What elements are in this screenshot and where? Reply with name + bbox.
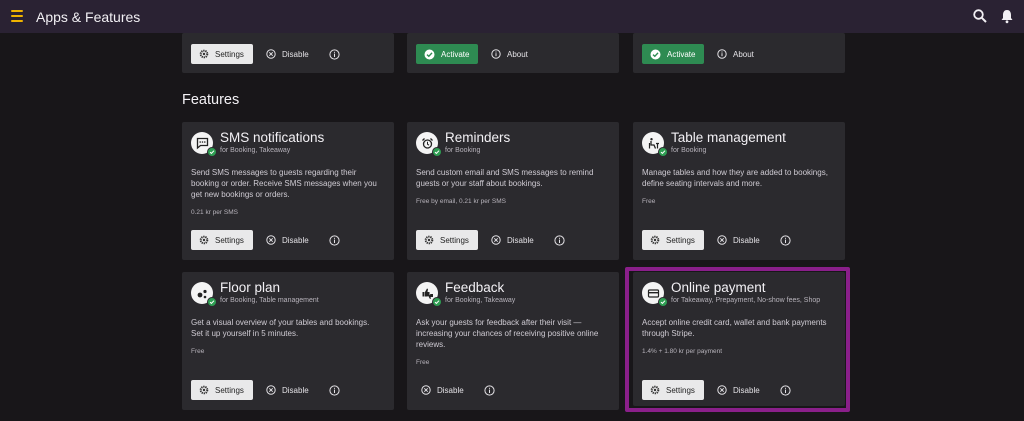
about-label: About — [507, 49, 528, 59]
check-circle-icon — [424, 49, 435, 59]
settings-label: Settings — [666, 235, 695, 245]
info-icon[interactable] — [329, 235, 340, 246]
section-title: Features — [182, 92, 240, 108]
check-badge-icon — [432, 297, 442, 307]
card-subtitle: for Booking — [671, 147, 707, 154]
card-description: Get a visual overview of your tables and… — [191, 318, 370, 338]
settings-label: Settings — [215, 235, 244, 245]
card-subtitle: for Booking, Takeaway — [445, 297, 516, 304]
card-subtitle: for Booking — [445, 147, 481, 154]
check-badge-icon — [432, 147, 442, 157]
disable-button[interactable]: Disable — [266, 385, 309, 395]
card-description: Manage tables and how they are added to … — [642, 168, 828, 188]
disable-button[interactable]: Disable — [421, 385, 464, 395]
card-subtitle: for Booking, Table management — [220, 297, 319, 304]
disable-button[interactable]: Disable — [266, 235, 309, 245]
info-icon — [717, 49, 727, 59]
search-icon[interactable] — [972, 8, 988, 24]
close-circle-icon — [717, 235, 727, 245]
feature-card-reminders: Reminders for Booking Send custom email … — [407, 122, 619, 260]
card-title: Feedback — [445, 280, 505, 295]
settings-label: Settings — [440, 235, 469, 245]
card-description: Send SMS messages to guests regarding th… — [191, 168, 377, 199]
card-title: SMS notifications — [220, 130, 325, 145]
settings-button[interactable]: Settings — [191, 380, 253, 400]
check-badge-icon — [207, 147, 217, 157]
feature-card-table-management: Table management for Booking Manage tabl… — [633, 122, 845, 260]
gear-icon — [199, 235, 209, 245]
close-circle-icon — [421, 385, 431, 395]
about-label: About — [733, 49, 754, 59]
app-card-partial: Settings Disable — [182, 33, 394, 73]
card-price: Free — [642, 198, 656, 205]
card-title: Floor plan — [220, 280, 281, 295]
close-circle-icon — [491, 235, 501, 245]
card-title: Reminders — [445, 130, 511, 145]
about-button[interactable]: About — [491, 49, 528, 59]
settings-button[interactable]: Settings — [191, 230, 253, 250]
card-title: Table management — [671, 130, 786, 145]
feature-card-feedback: Feedback for Booking, Takeaway Ask your … — [407, 272, 619, 410]
gear-icon — [650, 235, 660, 245]
card-subtitle: for Booking, Takeaway — [220, 147, 291, 154]
feature-card-sms-notifications: SMS notifications for Booking, Takeaway … — [182, 122, 394, 260]
disable-label: Disable — [437, 385, 464, 395]
top-app-bar: Apps & Features — [0, 0, 1024, 33]
info-icon[interactable] — [484, 385, 495, 396]
card-price: Free — [191, 348, 205, 355]
close-circle-icon — [266, 235, 276, 245]
gear-icon — [424, 235, 434, 245]
check-badge-icon — [658, 147, 668, 157]
disable-button[interactable]: Disable — [266, 49, 309, 59]
check-circle-icon — [650, 49, 661, 59]
disable-button[interactable]: Disable — [491, 235, 534, 245]
settings-label: Settings — [215, 49, 244, 59]
info-icon[interactable] — [780, 235, 791, 246]
activate-button[interactable]: Activate — [416, 44, 478, 64]
settings-button[interactable]: Settings — [642, 230, 704, 250]
info-icon[interactable] — [554, 235, 565, 246]
info-icon[interactable] — [329, 385, 340, 396]
activate-label: Activate — [441, 49, 470, 59]
card-description: Ask your guests for feedback after their… — [416, 318, 599, 349]
settings-button[interactable]: Settings — [416, 230, 478, 250]
disable-label: Disable — [282, 385, 309, 395]
app-card-partial: Activate About — [633, 33, 845, 73]
check-badge-icon — [207, 297, 217, 307]
disable-label: Disable — [282, 235, 309, 245]
card-price: Free by email, 0.21 kr per SMS — [416, 198, 506, 205]
feature-card-floor-plan: Floor plan for Booking, Table management… — [182, 272, 394, 410]
disable-label: Disable — [507, 235, 534, 245]
about-button[interactable]: About — [717, 49, 754, 59]
info-icon — [491, 49, 501, 59]
activate-label: Activate — [667, 49, 696, 59]
close-circle-icon — [266, 385, 276, 395]
settings-label: Settings — [215, 385, 244, 395]
disable-label: Disable — [733, 235, 760, 245]
gear-icon — [199, 49, 209, 59]
bell-icon[interactable] — [999, 8, 1015, 24]
close-circle-icon — [266, 49, 276, 59]
page-title: Apps & Features — [36, 9, 141, 25]
card-price: 0.21 kr per SMS — [191, 209, 238, 216]
info-icon[interactable] — [329, 49, 340, 60]
highlight-frame — [625, 267, 850, 412]
card-price: Free — [416, 359, 430, 366]
disable-label: Disable — [282, 49, 309, 59]
menu-icon[interactable] — [11, 10, 23, 22]
gear-icon — [199, 385, 209, 395]
activate-button[interactable]: Activate — [642, 44, 704, 64]
app-card-partial: Activate About — [407, 33, 619, 73]
settings-button[interactable]: Settings — [191, 44, 253, 64]
card-description: Send custom email and SMS messages to re… — [416, 168, 594, 188]
disable-button[interactable]: Disable — [717, 235, 760, 245]
